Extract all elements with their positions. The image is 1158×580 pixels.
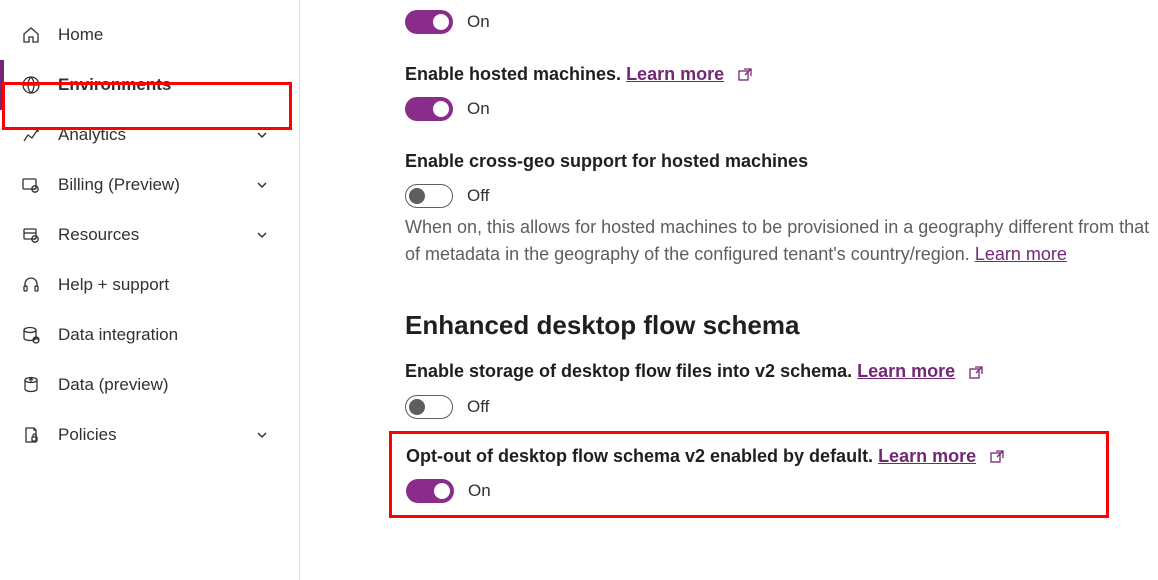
learn-more-link[interactable]: Learn more xyxy=(857,361,955,381)
toggle-state-label: Off xyxy=(467,186,489,206)
external-link-icon xyxy=(989,449,1005,465)
sidebar-item-label: Data (preview) xyxy=(58,375,169,395)
learn-more-link[interactable]: Learn more xyxy=(975,244,1067,264)
learn-more-link[interactable]: Learn more xyxy=(878,446,976,466)
sidebar-item-environments[interactable]: Environments xyxy=(0,60,299,110)
sidebar-item-policies[interactable]: Policies xyxy=(0,410,299,460)
toggle-state-label: On xyxy=(468,481,491,501)
external-link-icon xyxy=(737,67,753,83)
sidebar-item-billing[interactable]: Billing (Preview) xyxy=(0,160,299,210)
sidebar-item-resources[interactable]: Resources xyxy=(0,210,299,260)
toggle-state-label: On xyxy=(467,99,490,119)
policies-icon xyxy=(20,424,42,446)
toggle-state-label: On xyxy=(467,12,490,32)
billing-icon xyxy=(20,174,42,196)
chevron-down-icon xyxy=(255,178,269,192)
toggle-0[interactable] xyxy=(405,10,453,34)
sidebar-item-label: Resources xyxy=(58,225,139,245)
sidebar-item-label: Policies xyxy=(58,425,117,445)
chevron-down-icon xyxy=(255,428,269,442)
data-preview-icon xyxy=(20,374,42,396)
learn-more-link[interactable]: Learn more xyxy=(626,64,724,84)
sidebar-item-label: Home xyxy=(58,25,103,45)
sidebar-item-label: Billing (Preview) xyxy=(58,175,180,195)
setting-block-v2-storage: Enable storage of desktop flow files int… xyxy=(405,359,1158,418)
resources-icon xyxy=(20,224,42,246)
setting-description: When on, this allows for hosted machines… xyxy=(405,214,1158,268)
section-heading: Enhanced desktop flow schema xyxy=(405,310,1158,341)
data-integration-icon xyxy=(20,324,42,346)
sidebar: Home Environments Analytics Billing (Pre… xyxy=(0,0,300,580)
label-text: Opt-out of desktop flow schema v2 enable… xyxy=(406,446,878,466)
toggle-state-label: Off xyxy=(467,397,489,417)
analytics-icon xyxy=(20,124,42,146)
setting-label: Opt-out of desktop flow schema v2 enable… xyxy=(406,444,1092,469)
setting-label: Enable cross-geo support for hosted mach… xyxy=(405,149,1158,174)
setting-label: Enable hosted machines. Learn more xyxy=(405,62,1158,87)
sidebar-item-analytics[interactable]: Analytics xyxy=(0,110,299,160)
headset-icon xyxy=(20,274,42,296)
highlight-main: Opt-out of desktop flow schema v2 enable… xyxy=(389,431,1109,518)
sidebar-item-data-integration[interactable]: Data integration xyxy=(0,310,299,360)
sidebar-item-home[interactable]: Home xyxy=(0,10,299,60)
toggle-optout-v2[interactable] xyxy=(406,479,454,503)
external-link-icon xyxy=(968,365,984,381)
setting-block-cross-geo: Enable cross-geo support for hosted mach… xyxy=(405,149,1158,268)
sidebar-item-label: Analytics xyxy=(58,125,126,145)
sidebar-item-label: Environments xyxy=(58,75,171,95)
label-text: Enable hosted machines. xyxy=(405,64,626,84)
toggle-hosted-machines[interactable] xyxy=(405,97,453,121)
label-text: Enable storage of desktop flow files int… xyxy=(405,361,857,381)
chevron-down-icon xyxy=(255,228,269,242)
setting-block-0: On xyxy=(405,10,1158,34)
toggle-cross-geo[interactable] xyxy=(405,184,453,208)
sidebar-item-help[interactable]: Help + support xyxy=(0,260,299,310)
sidebar-item-data-preview[interactable]: Data (preview) xyxy=(0,360,299,410)
globe-icon xyxy=(20,74,42,96)
setting-block-optout-v2: Opt-out of desktop flow schema v2 enable… xyxy=(406,444,1092,503)
sidebar-item-label: Data integration xyxy=(58,325,178,345)
toggle-v2-storage[interactable] xyxy=(405,395,453,419)
setting-label: Enable storage of desktop flow files int… xyxy=(405,359,1158,384)
chevron-down-icon xyxy=(255,128,269,142)
setting-block-hosted-machines: Enable hosted machines. Learn more On xyxy=(405,62,1158,121)
home-icon xyxy=(20,24,42,46)
sidebar-item-label: Help + support xyxy=(58,275,169,295)
main-content: On Enable hosted machines. Learn more On… xyxy=(300,0,1158,580)
